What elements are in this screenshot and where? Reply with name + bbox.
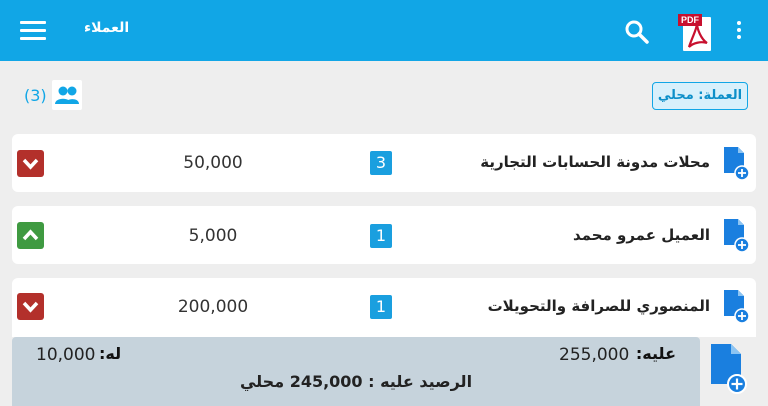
customer-name: محلات مدونة الحسابات التجارية xyxy=(480,153,710,171)
customer-amount: 200,000 xyxy=(177,297,249,317)
document-add-icon[interactable] xyxy=(724,290,750,324)
hamburger-menu-icon[interactable] xyxy=(20,21,46,41)
document-add-icon[interactable] xyxy=(724,147,750,181)
customer-name: العميل عمرو محمد xyxy=(572,226,710,244)
credit-value: 10,000 xyxy=(36,345,96,365)
pdf-export-button[interactable]: PDF xyxy=(678,13,716,53)
customer-row[interactable]: محلات مدونة الحسابات التجارية 3 50,000 xyxy=(12,134,756,192)
transactions-count-badge: 3 xyxy=(370,151,392,175)
customer-count: (3) xyxy=(24,86,47,105)
add-customer-document-icon[interactable] xyxy=(709,344,749,394)
chevron-down-icon[interactable] xyxy=(17,150,44,177)
customer-amount: 5,000 xyxy=(188,226,238,246)
customer-amount: 50,000 xyxy=(183,153,243,173)
debit-label: عليه: xyxy=(635,344,676,363)
search-icon[interactable] xyxy=(624,19,650,45)
more-vert-icon[interactable] xyxy=(736,21,742,43)
users-group-icon[interactable] xyxy=(52,80,82,110)
app-bar: العملاء PDF xyxy=(0,0,768,61)
balance-summary: عليه: 255,000 له: 10,000 الرصيد عليه : 2… xyxy=(12,337,700,406)
transactions-count-badge: 1 xyxy=(370,295,392,319)
transactions-count-badge: 1 xyxy=(370,224,392,248)
debit-value: 255,000 xyxy=(559,345,630,365)
chevron-down-icon[interactable] xyxy=(17,293,44,320)
customer-name: المنصوري للصرافة والتحويلات xyxy=(487,297,710,315)
currency-selector[interactable]: العملة: محلي xyxy=(652,82,748,110)
page-title: العملاء xyxy=(84,20,130,36)
net-balance: الرصيد عليه : 245,000 محلي xyxy=(239,372,473,391)
credit-label: له: xyxy=(99,344,122,363)
chevron-up-icon[interactable] xyxy=(17,222,44,249)
pdf-label: PDF xyxy=(678,14,702,26)
customer-row[interactable]: المنصوري للصرافة والتحويلات 1 200,000 xyxy=(12,278,756,337)
customer-row[interactable]: العميل عمرو محمد 1 5,000 xyxy=(12,206,756,264)
document-add-icon[interactable] xyxy=(724,219,750,253)
